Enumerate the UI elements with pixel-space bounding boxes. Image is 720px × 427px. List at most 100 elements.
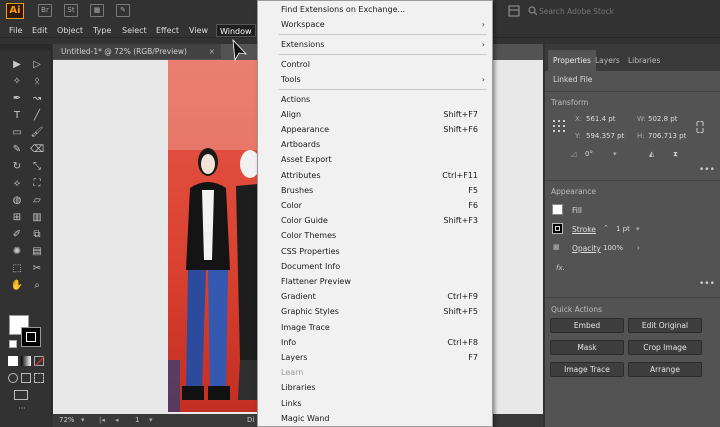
stroke-weight-field[interactable]: 1 pt bbox=[616, 225, 630, 233]
window-menu-item-control[interactable]: Control bbox=[258, 57, 492, 72]
color-mode-icon[interactable] bbox=[8, 356, 18, 366]
menu-effect[interactable]: Effect bbox=[153, 24, 182, 37]
zoom-level[interactable]: 72% bbox=[59, 414, 75, 427]
gradient-tool-icon[interactable]: ▥ bbox=[30, 211, 44, 225]
line-tool-icon[interactable]: ╱ bbox=[30, 109, 44, 123]
symbol-sprayer-tool-icon[interactable]: ✺ bbox=[10, 245, 24, 259]
fill-label[interactable]: Fill bbox=[572, 206, 582, 215]
rectangle-tool-icon[interactable]: ▭ bbox=[10, 126, 24, 140]
curvature-tool-icon[interactable]: ↝ bbox=[30, 92, 44, 106]
window-menu-item-align[interactable]: Align Shift+F7 bbox=[258, 107, 492, 122]
zoom-tool-icon[interactable]: ⌕ bbox=[30, 279, 44, 293]
mesh-tool-icon[interactable]: ⊞ bbox=[10, 211, 24, 225]
window-menu-item-flattener-preview[interactable]: Flattener Preview bbox=[258, 274, 492, 289]
window-menu-item-brushes[interactable]: Brushes F5 bbox=[258, 183, 492, 198]
selection-tool-icon[interactable]: ▶ bbox=[10, 58, 24, 72]
hand-tool-icon[interactable]: ✋ bbox=[10, 279, 24, 293]
flip-horizontal-icon[interactable]: ◭ bbox=[649, 150, 654, 158]
flip-vertical-icon[interactable]: ⧗ bbox=[673, 150, 678, 159]
stroke-color-swatch[interactable] bbox=[552, 223, 563, 234]
prev-artboard-icon[interactable]: ◂ bbox=[115, 414, 119, 427]
scale-tool-icon[interactable]: ⤡ bbox=[30, 160, 44, 174]
free-transform-tool-icon[interactable]: ⛶ bbox=[30, 177, 44, 191]
adobe-stock-search-input[interactable] bbox=[539, 4, 709, 18]
appearance-more-icon[interactable]: ••• bbox=[699, 279, 715, 289]
mask-button[interactable]: Mask bbox=[550, 340, 624, 355]
slice-tool-icon[interactable]: ✂ bbox=[30, 262, 44, 276]
screen-mode-icon[interactable] bbox=[14, 390, 28, 400]
window-menu-item-color-guide[interactable]: Color Guide Shift+F3 bbox=[258, 213, 492, 228]
window-menu-item-find-extensions-on-exchange[interactable]: Find Extensions on Exchange... bbox=[258, 2, 492, 17]
fill-color-swatch[interactable] bbox=[552, 204, 563, 215]
window-menu-item-graphic-styles[interactable]: Graphic Styles Shift+F5 bbox=[258, 304, 492, 319]
pen-tool-icon[interactable]: ✒ bbox=[10, 92, 24, 106]
paintbrush-tool-icon[interactable]: 🖌 bbox=[30, 126, 44, 140]
tab-libraries[interactable]: Libraries bbox=[623, 50, 665, 71]
crop-image-button[interactable]: Crop Image bbox=[628, 340, 702, 355]
gradient-mode-icon[interactable] bbox=[21, 356, 31, 366]
w-field[interactable]: 502.8 pt bbox=[648, 115, 677, 123]
close-tab-icon[interactable]: × bbox=[209, 44, 215, 59]
more-options-icon[interactable]: ••• bbox=[699, 165, 715, 175]
fx-icon[interactable]: fx. bbox=[556, 264, 565, 272]
window-menu-item-asset-export[interactable]: Asset Export bbox=[258, 152, 492, 167]
window-menu-item-document-info[interactable]: Document Info bbox=[258, 259, 492, 274]
window-menu-item-color[interactable]: Color F6 bbox=[258, 198, 492, 213]
workspace-grid-icon[interactable]: ▦ bbox=[90, 4, 104, 17]
draw-inside-icon[interactable] bbox=[34, 373, 44, 383]
image-trace-button[interactable]: Image Trace bbox=[550, 362, 624, 377]
window-menu-item-extensions[interactable]: Extensions › bbox=[258, 37, 492, 52]
menu-file[interactable]: File bbox=[6, 24, 25, 37]
default-colors-icon[interactable] bbox=[9, 340, 17, 348]
arrange-button[interactable]: Arrange bbox=[628, 362, 702, 377]
window-menu-item-css-properties[interactable]: CSS Properties bbox=[258, 244, 492, 259]
window-menu-item-actions[interactable]: Actions bbox=[258, 92, 492, 107]
window-menu-item-magic-wand[interactable]: Magic Wand bbox=[258, 411, 492, 426]
draw-normal-icon[interactable] bbox=[8, 373, 18, 383]
lasso-tool-icon[interactable]: ᛟ bbox=[30, 75, 44, 89]
menu-object[interactable]: Object bbox=[54, 24, 86, 37]
window-menu-item-workspace[interactable]: Workspace › bbox=[258, 17, 492, 32]
shape-builder-tool-icon[interactable]: ◍ bbox=[10, 194, 24, 208]
bridge-icon[interactable]: Br bbox=[38, 4, 52, 17]
rotate-tool-icon[interactable]: ↻ bbox=[10, 160, 24, 174]
y-field[interactable]: 594.357 pt bbox=[586, 132, 624, 140]
magic-wand-tool-icon[interactable]: ✧ bbox=[10, 75, 24, 89]
x-field[interactable]: 561.4 pt bbox=[586, 115, 615, 123]
window-menu-item-artboards[interactable]: Artboards bbox=[258, 137, 492, 152]
blend-tool-icon[interactable]: ⧉ bbox=[30, 228, 44, 242]
graph-tool-icon[interactable]: ▤ bbox=[30, 245, 44, 259]
eyedropper-tool-icon[interactable]: ✐ bbox=[10, 228, 24, 242]
menu-type[interactable]: Type bbox=[90, 24, 114, 37]
angle-field[interactable]: 0° bbox=[585, 150, 593, 158]
window-menu-item-libraries[interactable]: Libraries bbox=[258, 380, 492, 395]
window-menu-item-image-trace[interactable]: Image Trace bbox=[258, 320, 492, 335]
window-menu-item-color-themes[interactable]: Color Themes bbox=[258, 228, 492, 243]
shaper-tool-icon[interactable]: ✎ bbox=[10, 143, 24, 157]
window-menu-item-tools[interactable]: Tools › bbox=[258, 72, 492, 87]
perspective-tool-icon[interactable]: ▱ bbox=[30, 194, 44, 208]
edit-toolbar-icon[interactable]: ··· bbox=[17, 405, 27, 413]
artboard-dropdown-icon[interactable]: ▾ bbox=[149, 414, 153, 427]
reference-point-icon[interactable] bbox=[553, 120, 565, 132]
opacity-label[interactable]: Opacity bbox=[572, 244, 601, 253]
stroke-weight-dropdown-icon[interactable]: ▾ bbox=[636, 225, 640, 233]
window-menu-item-layers[interactable]: Layers F7 bbox=[258, 350, 492, 365]
none-mode-icon[interactable] bbox=[34, 356, 45, 367]
constrain-proportions-icon[interactable] bbox=[695, 121, 705, 133]
menu-window[interactable]: Window bbox=[216, 24, 256, 37]
type-tool-icon[interactable]: T bbox=[10, 109, 24, 123]
stroke-label[interactable]: Stroke bbox=[572, 225, 596, 234]
menu-select[interactable]: Select bbox=[119, 24, 150, 37]
width-tool-icon[interactable]: ⟡ bbox=[10, 177, 24, 191]
edit-original-button[interactable]: Edit Original bbox=[628, 318, 702, 333]
window-menu-item-gradient[interactable]: Gradient Ctrl+F9 bbox=[258, 289, 492, 304]
document-tab[interactable]: Untitled-1* @ 72% (RGB/Preview) × bbox=[53, 44, 221, 59]
opacity-arrow-icon[interactable]: › bbox=[637, 244, 640, 252]
toolbar-grip[interactable] bbox=[0, 44, 52, 50]
menu-edit[interactable]: Edit bbox=[29, 24, 51, 37]
menu-view[interactable]: View bbox=[186, 24, 211, 37]
stock-icon[interactable]: St bbox=[64, 4, 78, 17]
stroke-swatch[interactable] bbox=[21, 327, 41, 347]
tab-layers[interactable]: Layers bbox=[590, 50, 625, 71]
